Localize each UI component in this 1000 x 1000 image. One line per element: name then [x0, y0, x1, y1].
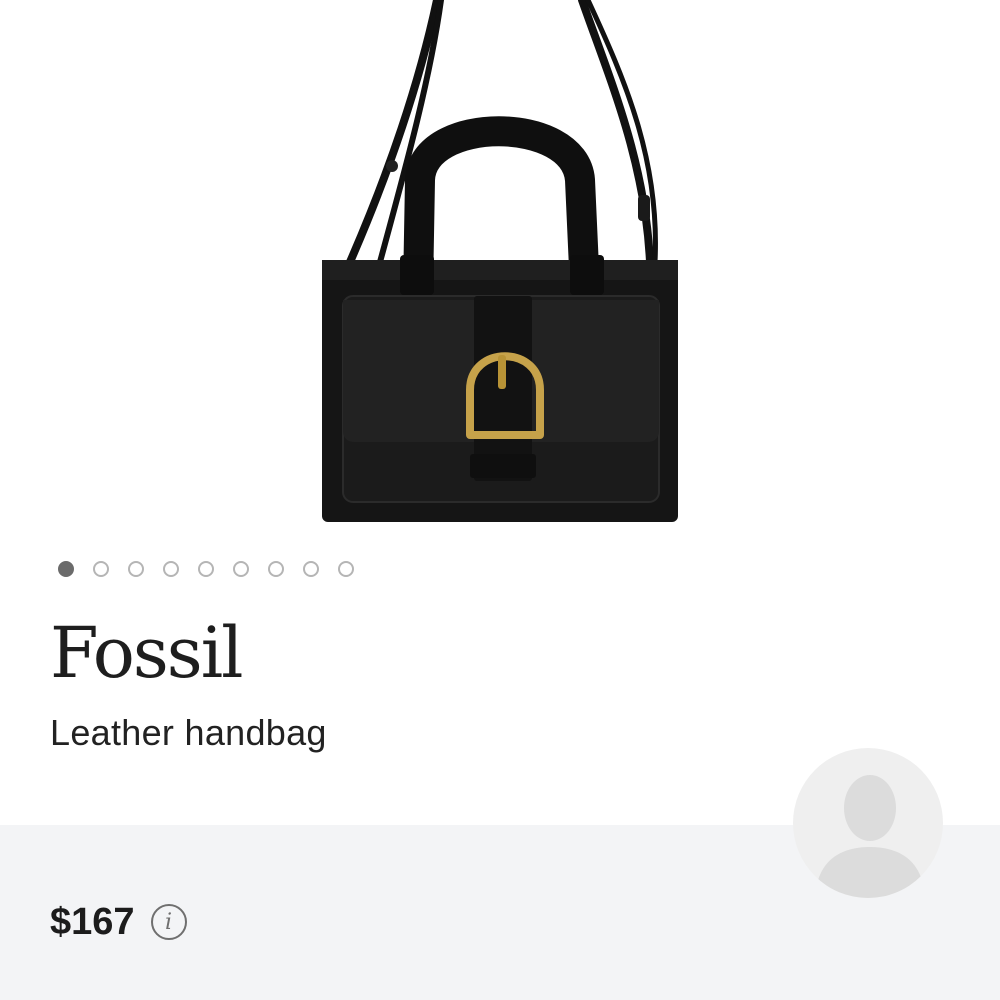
carousel-dot[interactable]: [163, 561, 179, 577]
product-price: $167: [50, 901, 135, 943]
carousel-dot[interactable]: [338, 561, 354, 577]
user-avatar-placeholder-icon: [815, 775, 925, 898]
seller-avatar[interactable]: [793, 748, 943, 898]
product-brand: Fossil: [50, 612, 244, 694]
carousel-dot[interactable]: [198, 561, 214, 577]
carousel-dot[interactable]: [233, 561, 249, 577]
carousel-dot[interactable]: [268, 561, 284, 577]
carousel-dot[interactable]: [128, 561, 144, 577]
info-icon[interactable]: i: [150, 904, 187, 940]
carousel-dot[interactable]: [303, 561, 319, 577]
handbag-illustration: [322, 0, 678, 522]
product-description: Leather handbag: [50, 712, 327, 753]
product-image[interactable]: [0, 0, 1000, 540]
carousel-indicators: [58, 559, 354, 579]
carousel-dot[interactable]: [58, 561, 74, 577]
price-row: $167 i: [50, 903, 187, 941]
carousel-dot[interactable]: [93, 561, 109, 577]
